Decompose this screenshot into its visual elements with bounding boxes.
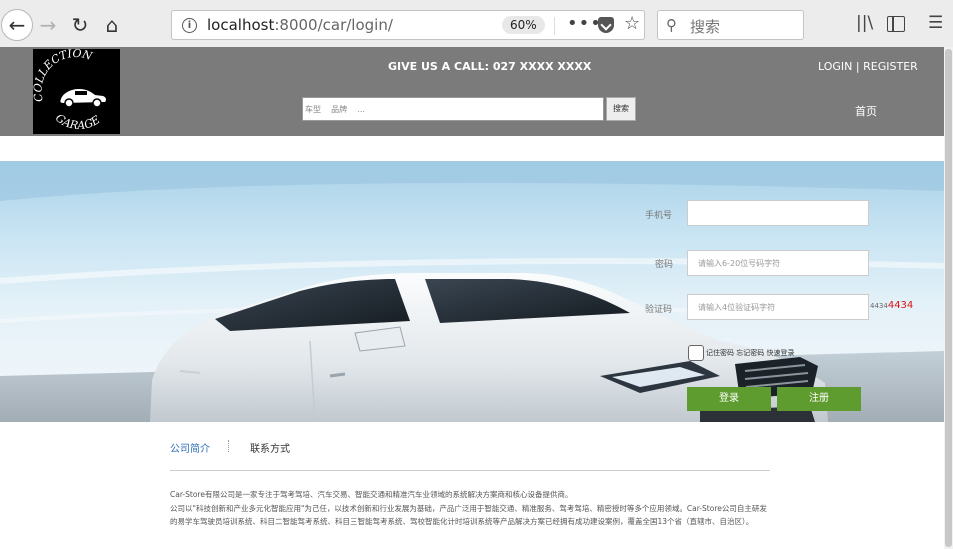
captcha-input[interactable]: 请输入4位验证码字符 <box>687 294 869 320</box>
url-path: :8000/car/login/ <box>274 16 393 34</box>
call-us-text: GIVE US A CALL: 027 XXXX XXXX <box>388 60 592 73</box>
company-paragraph-2: 公司以"科技创新和产业多元化智能应用"为己任，以技术创新和行业发展为基础，产品广… <box>170 504 767 526</box>
nav-home-link[interactable]: 首页 <box>855 103 877 119</box>
captcha-image[interactable]: 44344434 <box>870 300 913 311</box>
hamburger-menu-icon[interactable]: ☰ <box>928 13 943 33</box>
sidebar-icon[interactable] <box>887 16 905 32</box>
login-button[interactable]: 登录 <box>687 387 771 411</box>
captcha-label: 验证码 <box>645 305 673 315</box>
auth-links: LOGIN | REGISTER <box>818 60 918 73</box>
register-link[interactable]: REGISTER <box>863 60 918 73</box>
content-divider <box>170 470 770 471</box>
bookmark-star-icon[interactable]: ☆ <box>624 13 640 34</box>
auth-separator: | <box>855 60 860 73</box>
password-label: 密码 <box>655 260 674 270</box>
arrow-left-icon: ← <box>8 13 26 37</box>
site-logo[interactable]: COLLECTION GARAGE <box>33 49 120 134</box>
remember-checkbox[interactable] <box>688 345 704 361</box>
phone-label: 手机号 <box>645 211 673 221</box>
hero-banner: 手机号 密码 请输入6-20位号码字符 验证码 请输入4位验证码字符 <box>0 161 944 422</box>
zoom-indicator[interactable]: 60% <box>502 16 545 34</box>
scroll-thumb[interactable] <box>945 49 952 547</box>
arrow-right-icon: → <box>39 13 57 37</box>
site-header: COLLECTION GARAGE GIVE US A CALL: 027 XX… <box>0 47 944 136</box>
url-host: localhost <box>207 16 275 34</box>
logo-graphic: COLLECTION GARAGE <box>33 49 107 132</box>
phone-input[interactable] <box>687 200 869 226</box>
browser-search-placeholder: 搜索 <box>690 18 721 36</box>
back-button[interactable]: ← <box>1 9 33 41</box>
forward-button[interactable]: → <box>33 10 63 40</box>
page-scrollbar[interactable] <box>944 47 953 549</box>
pocket-icon[interactable] <box>598 17 614 33</box>
captcha-placeholder: 请输入4位验证码字符 <box>698 303 776 312</box>
reload-button[interactable]: ↻ <box>65 10 95 40</box>
login-link[interactable]: LOGIN <box>818 60 852 73</box>
remember-links[interactable]: 记住密码 忘记密码 快速登录 <box>706 348 794 358</box>
home-button[interactable]: ⌂ <box>97 10 127 40</box>
svg-text:GARAGE: GARAGE <box>53 111 102 132</box>
site-search-button[interactable]: 搜索 <box>606 97 636 121</box>
site-search-placeholder: 车型 品牌 ... <box>305 105 365 114</box>
home-icon: ⌂ <box>105 13 119 37</box>
captcha-code: 4434 <box>887 300 914 311</box>
url-bar[interactable]: i localhost:8000/car/login/ 60% ••• ☆ <box>171 10 645 40</box>
info-icon[interactable]: i <box>182 18 197 33</box>
tab-contact[interactable]: 联系方式 <box>250 440 290 455</box>
register-button[interactable]: 注册 <box>777 387 861 411</box>
site-search-input[interactable]: 车型 品牌 ... <box>302 97 604 121</box>
url-divider <box>554 17 555 35</box>
password-input[interactable]: 请输入6-20位号码字符 <box>687 250 869 276</box>
captcha-small-text: 4434 <box>870 302 888 310</box>
tab-company-intro[interactable]: 公司简介 <box>170 440 210 455</box>
browser-toolbar: ← → ↻ ⌂ i localhost:8000/car/login/ 60% … <box>0 0 953 48</box>
page-actions-icon[interactable]: ••• <box>567 13 602 34</box>
tab-separator <box>228 440 230 452</box>
classic-car-icon <box>60 89 107 108</box>
url-text[interactable]: localhost:8000/car/login/ <box>207 16 393 34</box>
reload-icon: ↻ <box>71 13 89 37</box>
logo-text-bottom: GARAGE <box>53 111 102 132</box>
password-placeholder: 请输入6-20位号码字符 <box>698 259 781 268</box>
library-icon[interactable]: ||\ <box>856 13 873 33</box>
search-icon: ⚲ <box>666 16 677 34</box>
browser-search-input[interactable]: ⚲ 搜索 <box>657 10 804 40</box>
company-paragraph-1: Car-Store有限公司是一家专注于驾考驾培、汽车交易、智能交通和精准汽车业领… <box>170 490 573 499</box>
